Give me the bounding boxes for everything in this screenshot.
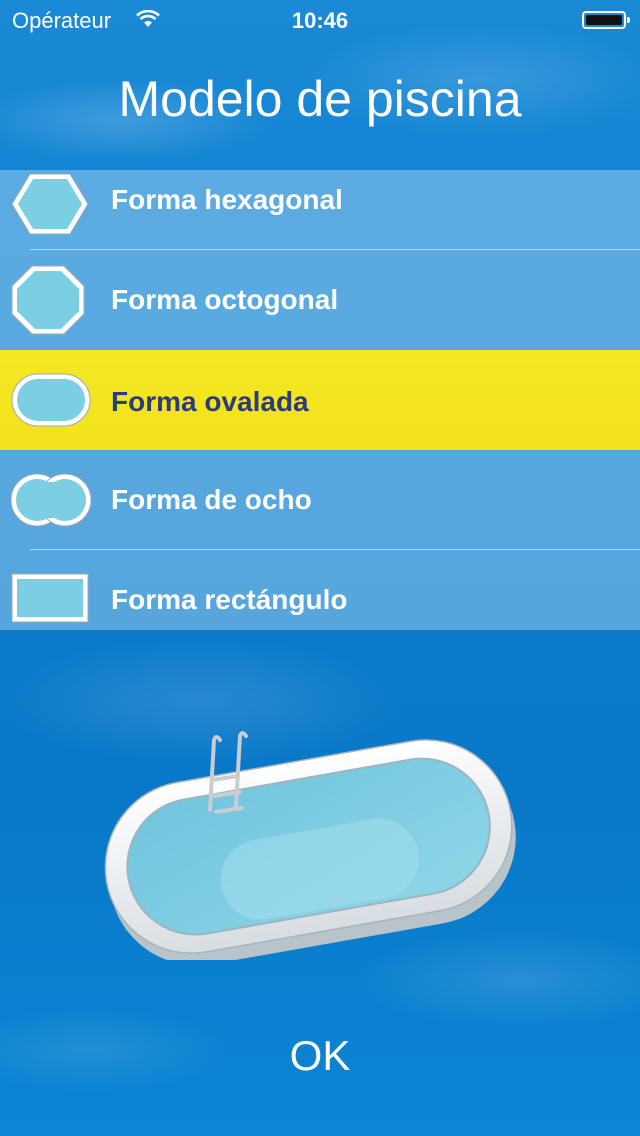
- status-bar: Opérateur 10:46: [0, 0, 640, 40]
- battery-icon: [582, 11, 630, 29]
- shape-label: Forma hexagonal: [111, 184, 343, 215]
- shape-label: Forma ovalada: [111, 386, 309, 417]
- oval-pool-icon: [11, 373, 91, 427]
- list-item-octagonal[interactable]: Forma octogonal: [0, 250, 640, 340]
- page-title: Modelo de piscina: [118, 71, 522, 127]
- list-item-rectangle[interactable]: Forma rectángulo: [0, 550, 640, 630]
- list-item-figure-eight[interactable]: Forma de ocho: [0, 450, 640, 540]
- shape-label: Forma octogonal: [111, 284, 339, 315]
- ok-button[interactable]: OK: [0, 1032, 640, 1080]
- list-item-oval[interactable]: Forma ovalada: [0, 350, 640, 450]
- oval-pool-preview-image: [104, 731, 516, 960]
- pool-shape-list: Forma hexagonal Forma octogonal Forma ov…: [0, 170, 640, 630]
- shape-label: Forma de ocho: [111, 484, 312, 515]
- octagon-pool-icon: [11, 265, 85, 335]
- figure-eight-pool-icon: [10, 473, 92, 527]
- hexagon-pool-icon: [11, 173, 89, 235]
- clock: 10:46: [291, 8, 349, 33]
- shape-label: Forma rectángulo: [111, 584, 348, 615]
- list-item-hexagonal[interactable]: Forma hexagonal: [0, 170, 640, 260]
- rectangle-pool-icon: [11, 573, 89, 623]
